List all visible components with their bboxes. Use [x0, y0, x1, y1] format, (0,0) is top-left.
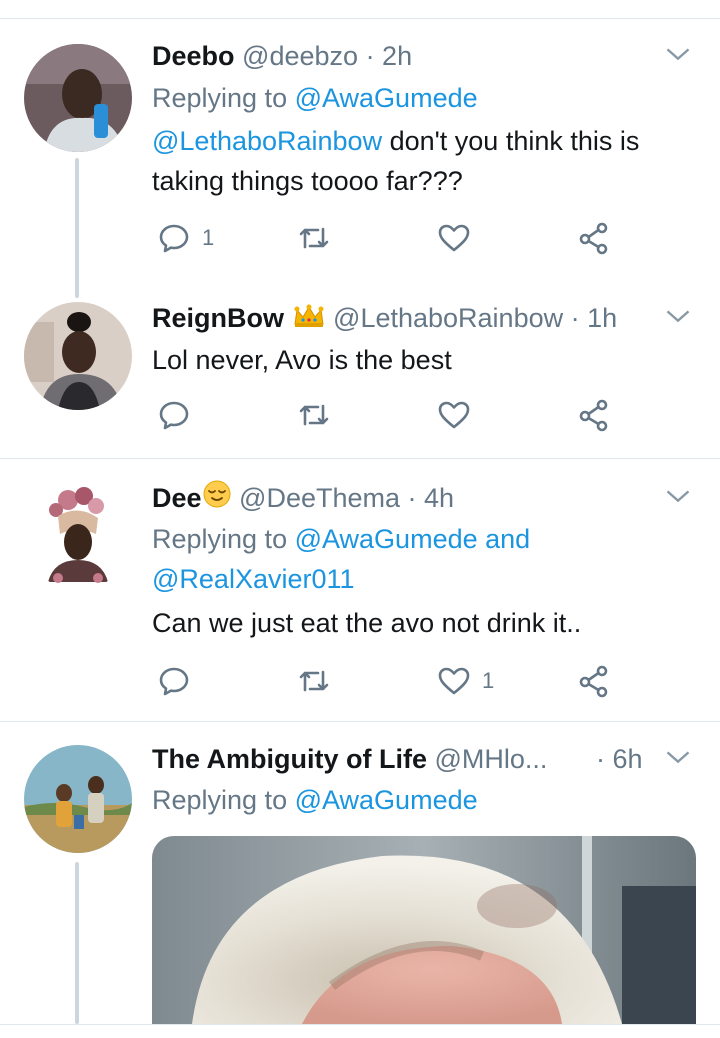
replying-prefix: Replying to	[152, 524, 288, 554]
tweet-divider	[0, 458, 720, 459]
tweet-media-image[interactable]	[152, 836, 696, 1024]
heart-icon	[438, 401, 470, 429]
tweet-time[interactable]: · 4h	[408, 483, 455, 513]
tweet-text: Lol never, Avo is the best	[152, 345, 452, 375]
replying-prefix: Replying to	[152, 785, 288, 815]
reply-icon	[159, 667, 189, 696]
tweet-actions: 1	[152, 216, 632, 260]
like-count: 1	[482, 668, 495, 693]
author-handle[interactable]: @LethaboRainbow	[333, 303, 563, 333]
tweet-time[interactable]: · 1h	[571, 303, 618, 333]
tweet-actions: 1	[152, 659, 632, 703]
thread-line	[75, 862, 79, 1024]
replying-to: Replying to @AwaGumede	[152, 78, 690, 118]
tweet-text: @LethaboRainbow don't you think this is	[152, 121, 690, 161]
thread-line	[75, 158, 79, 298]
heart-icon	[438, 667, 470, 695]
tweet-header: The Ambiguity of Life @MHlo...	[152, 739, 650, 779]
author-name[interactable]: The Ambiguity of Life	[152, 744, 427, 774]
replying-and: and	[477, 524, 531, 554]
tweet-time[interactable]: · 6h	[596, 739, 643, 779]
author-name[interactable]: ReignBow	[152, 303, 284, 333]
author-handle[interactable]: @deebzo	[242, 41, 358, 71]
tweet-header: Dee @DeeThema · 4h	[152, 478, 660, 518]
share-icon	[579, 222, 608, 255]
tweet-divider	[0, 721, 720, 722]
tweet-header: ReignBow @LethaboRainbow · 1h	[152, 298, 660, 338]
retweet-button[interactable]	[296, 659, 332, 703]
retweet-icon	[299, 670, 329, 692]
tweet-time[interactable]: · 2h	[366, 41, 413, 71]
replying-to: Replying to @AwaGumede and	[152, 519, 690, 559]
reply-icon	[159, 401, 189, 430]
top-divider	[0, 18, 720, 19]
replying-to-link[interactable]: @AwaGumede	[295, 785, 478, 815]
tweet-text-part: don't you think this is	[382, 126, 640, 156]
retweet-button[interactable]	[296, 216, 332, 260]
author-name[interactable]: Deebo	[152, 41, 235, 71]
like-button[interactable]: 1	[436, 659, 494, 703]
chevron-down-icon[interactable]	[664, 482, 692, 510]
chevron-down-icon[interactable]	[664, 302, 692, 330]
replying-to: Replying to @AwaGumede	[152, 780, 690, 820]
like-button[interactable]	[436, 216, 472, 260]
relieved-face-emoji-icon	[202, 479, 232, 518]
chevron-down-icon[interactable]	[664, 40, 692, 68]
share-button[interactable]	[576, 659, 612, 703]
like-button[interactable]	[436, 393, 472, 437]
mention-link[interactable]: @LethaboRainbow	[152, 126, 382, 156]
reply-button[interactable]	[156, 659, 192, 703]
bottom-divider	[0, 1024, 720, 1025]
avatar-dee[interactable]	[24, 482, 132, 590]
reply-button[interactable]: 1	[156, 216, 214, 260]
reply-button[interactable]	[156, 393, 192, 437]
retweet-icon	[299, 404, 329, 426]
replying-to-line-2: @RealXavier011	[152, 559, 690, 599]
share-button[interactable]	[576, 216, 612, 260]
avatar-deebo[interactable]	[24, 44, 132, 152]
heart-icon	[438, 224, 470, 252]
tweet-header: Deebo @deebzo · 2h	[152, 36, 660, 76]
tweet-text: Can we just eat the avo not drink it..	[152, 608, 582, 638]
author-handle[interactable]: @DeeThema	[239, 483, 400, 513]
crown-emoji-icon	[292, 300, 326, 338]
replying-to-link-2[interactable]: @RealXavier011	[152, 564, 355, 594]
avatar-reignbow[interactable]	[24, 302, 132, 410]
share-icon	[579, 399, 608, 432]
retweet-icon	[299, 227, 329, 249]
share-button[interactable]	[576, 393, 612, 437]
tweet-actions	[152, 393, 632, 437]
author-handle[interactable]: @MHlo...	[435, 744, 548, 774]
replying-prefix: Replying to	[152, 83, 288, 113]
reply-icon	[159, 224, 189, 253]
replying-to-link[interactable]: @AwaGumede	[295, 524, 478, 554]
replying-to-link[interactable]: @AwaGumede	[295, 83, 478, 113]
chevron-down-icon[interactable]	[664, 743, 692, 771]
author-name[interactable]: Dee	[152, 483, 202, 513]
avatar-ambiguity[interactable]	[24, 745, 132, 853]
reply-count: 1	[202, 225, 215, 250]
share-icon	[579, 665, 608, 698]
retweet-button[interactable]	[296, 393, 332, 437]
tweet-text-line-2: taking things toooo far???	[152, 166, 463, 196]
